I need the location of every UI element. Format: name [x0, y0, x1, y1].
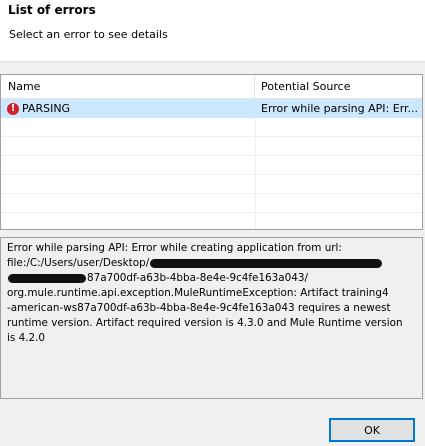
- table-header: Name Potential Source: [1, 75, 422, 99]
- column-divider: [255, 99, 256, 117]
- details-line: -american-ws87a700df-a63b-4bba-8e4e-9c4f…: [7, 302, 391, 314]
- row-source-cell: Error while parsing API: Err...: [261, 102, 419, 115]
- details-path-prefix: file:/C:/Users/user/Desktop/: [7, 257, 150, 269]
- ok-button[interactable]: OK: [329, 418, 415, 442]
- details-path-suffix: 87a700df-a63b-4bba-8e4e-9c4fe163a043/: [87, 272, 308, 284]
- column-divider: [255, 137, 256, 155]
- empty-table-row: [1, 213, 422, 229]
- row-name-text: PARSING: [22, 102, 71, 115]
- details-line: org.mule.runtime.api.exception.MuleRunti…: [7, 287, 389, 299]
- column-header-potential-source[interactable]: Potential Source: [255, 75, 422, 99]
- details-line: 87a700df-a63b-4bba-8e4e-9c4fe163a043/: [7, 271, 416, 286]
- details-line: runtime version. Artifact required versi…: [7, 317, 403, 329]
- empty-table-row: [1, 118, 422, 137]
- redacted-region: [150, 258, 383, 268]
- table-rows: ! PARSING Error while parsing API: Err..…: [1, 99, 422, 229]
- details-line: file:/C:/Users/user/Desktop/: [7, 256, 416, 271]
- table-row[interactable]: ! PARSING Error while parsing API: Err..…: [1, 99, 422, 118]
- errors-table[interactable]: Name Potential Source ! PARSING Error wh…: [0, 74, 423, 230]
- dialog-header: List of errors Select an error to see de…: [0, 0, 425, 62]
- redacted-region: [8, 273, 86, 283]
- row-name-cell: ! PARSING: [7, 99, 253, 118]
- column-divider: [255, 175, 256, 193]
- error-icon: !: [7, 102, 19, 115]
- column-divider: [255, 213, 256, 229]
- error-details-text[interactable]: Error while parsing API: Error while cre…: [0, 237, 423, 399]
- column-header-name[interactable]: Name: [1, 75, 255, 99]
- column-divider: [255, 118, 256, 136]
- empty-table-row: [1, 137, 422, 156]
- empty-table-row: [1, 194, 422, 213]
- dialog-description: Select an error to see details: [9, 28, 168, 41]
- dialog-title: List of errors: [8, 3, 96, 17]
- column-divider: [255, 194, 256, 212]
- column-divider: [255, 156, 256, 174]
- details-line: Error while parsing API: Error while cre…: [7, 242, 342, 254]
- empty-table-row: [1, 156, 422, 175]
- details-line: is 4.2.0: [7, 332, 46, 344]
- empty-table-row: [1, 175, 422, 194]
